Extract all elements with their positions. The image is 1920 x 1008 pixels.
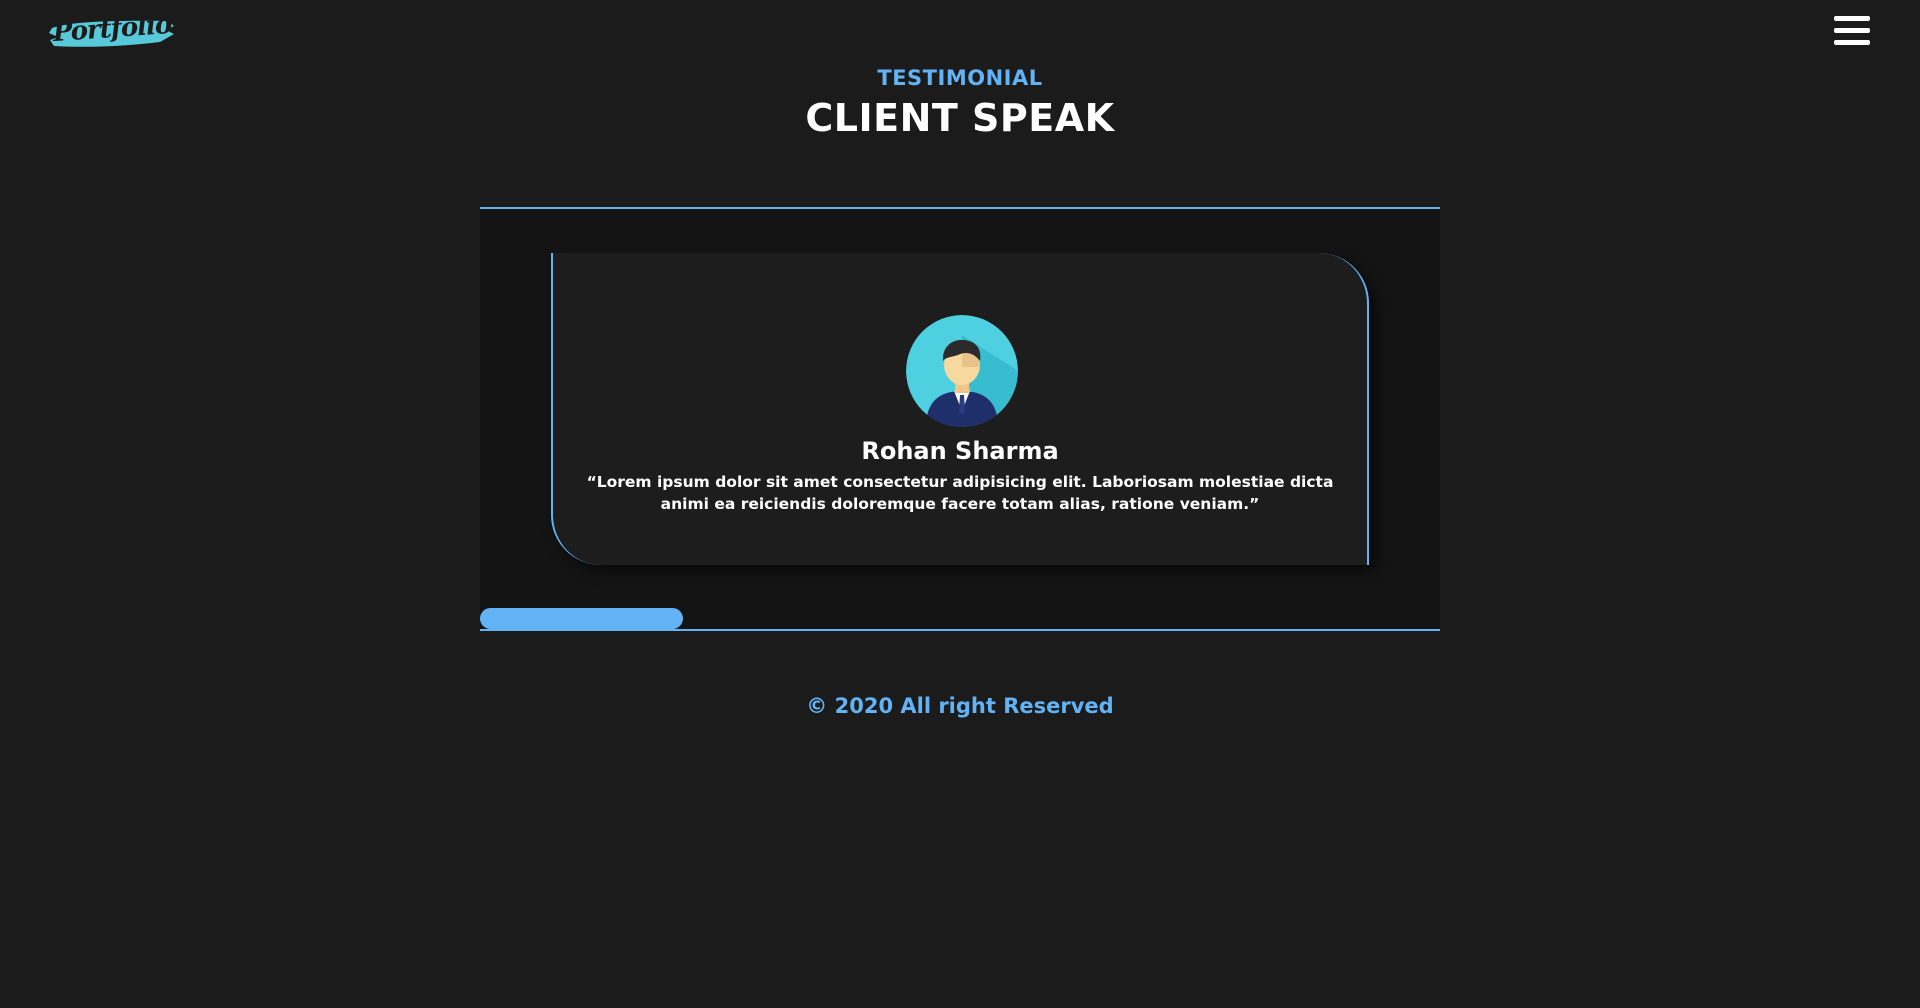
- copyright-text: © 2020 All right Reserved: [806, 694, 1114, 718]
- client-name: Rohan Sharma: [861, 437, 1059, 465]
- page: Portfolio TESTIMONIAL CLIENT SPEAK Rohan…: [0, 0, 1920, 1008]
- businessman-avatar-icon: [906, 315, 1018, 427]
- menu-button[interactable]: [1834, 16, 1870, 48]
- testimonial-slider[interactable]: Rohan Sharma “Lorem ipsum dolor sit amet…: [480, 207, 1440, 631]
- testimonial-card: Rohan Sharma “Lorem ipsum dolor sit amet…: [551, 253, 1369, 565]
- portfolio-logo[interactable]: Portfolio: [48, 10, 176, 54]
- section-eyebrow: TESTIMONIAL: [877, 66, 1043, 90]
- hamburger-icon: [1834, 16, 1870, 45]
- slider-progress-bar[interactable]: [480, 608, 683, 629]
- testimonial-quote: “Lorem ipsum dolor sit amet consectetur …: [586, 473, 1334, 513]
- section-title: CLIENT SPEAK: [805, 96, 1115, 140]
